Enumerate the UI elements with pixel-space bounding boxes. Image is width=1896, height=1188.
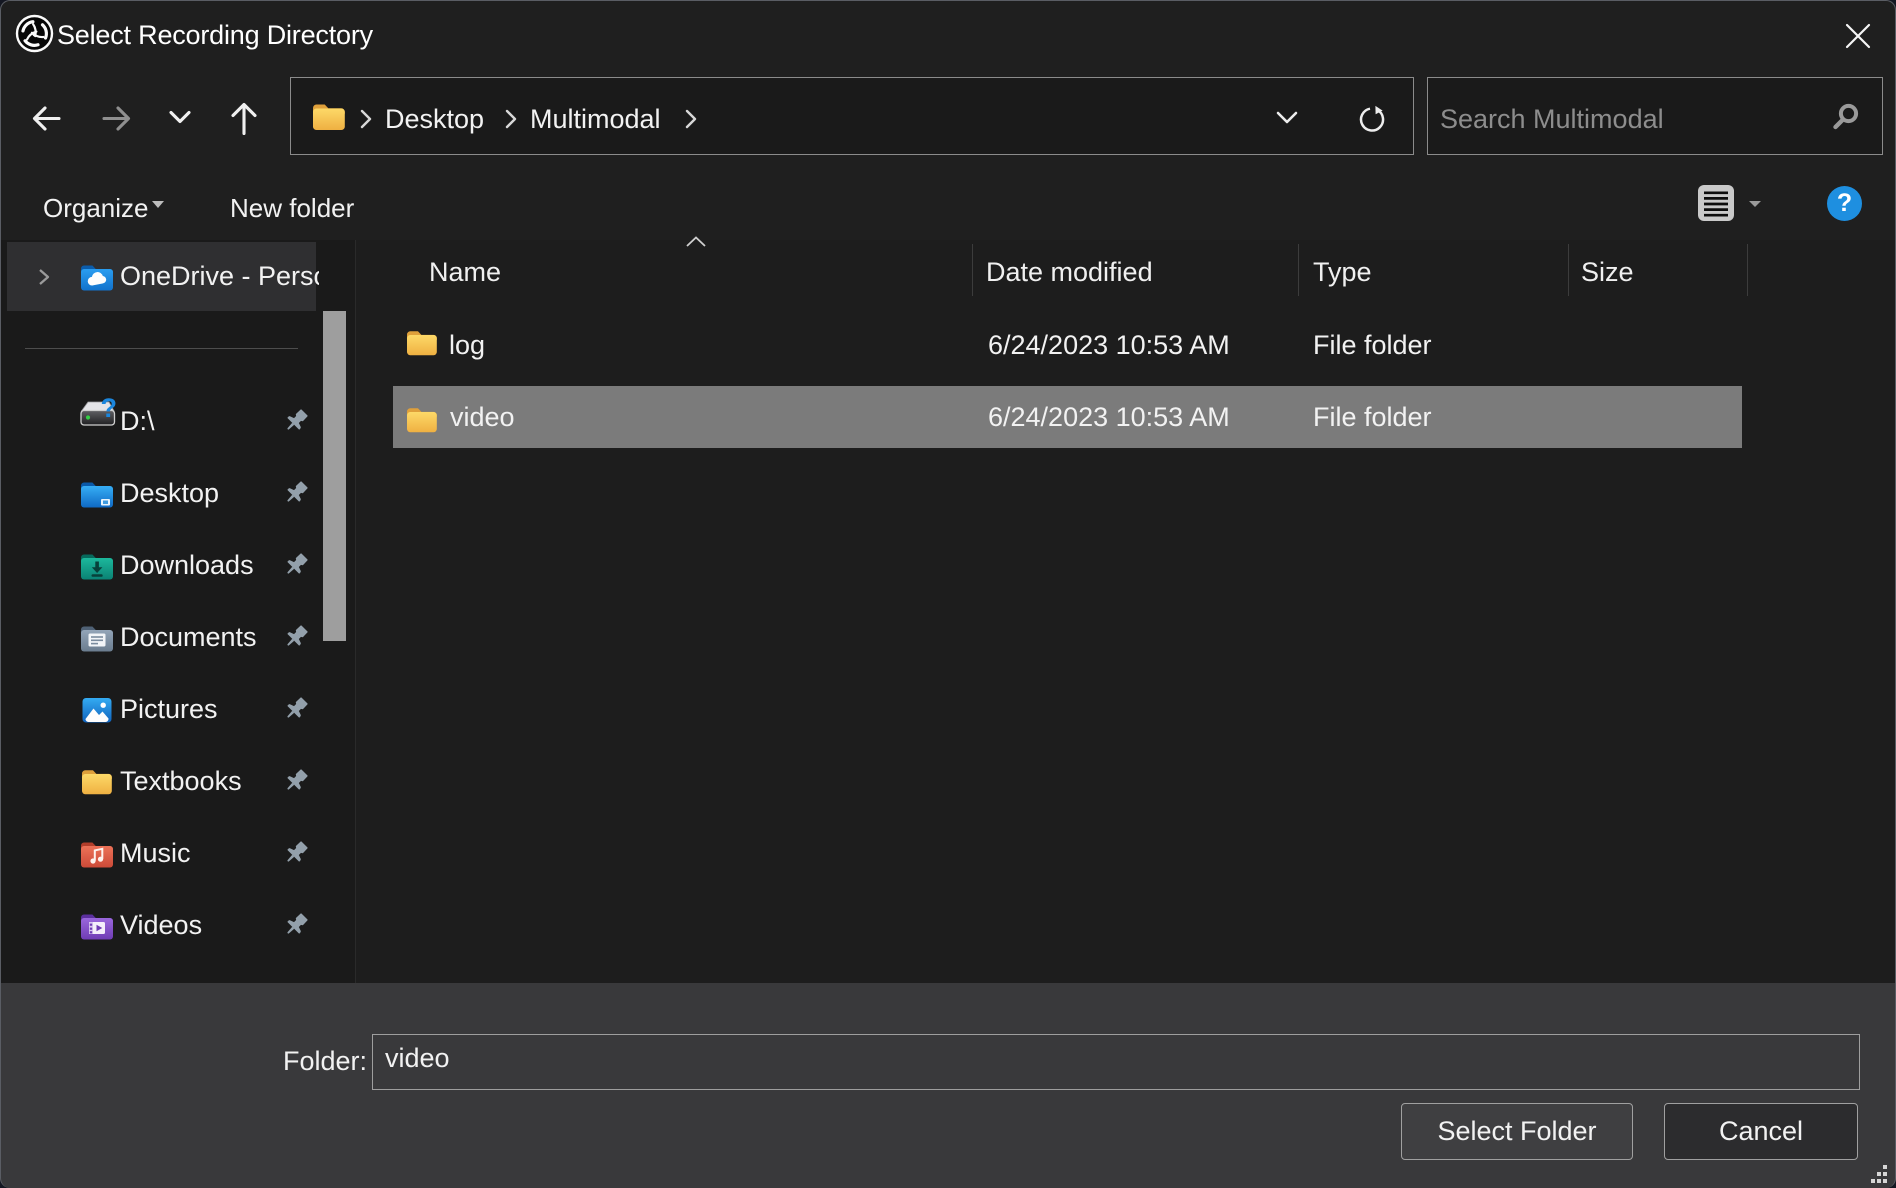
- svg-text:?: ?: [101, 395, 118, 423]
